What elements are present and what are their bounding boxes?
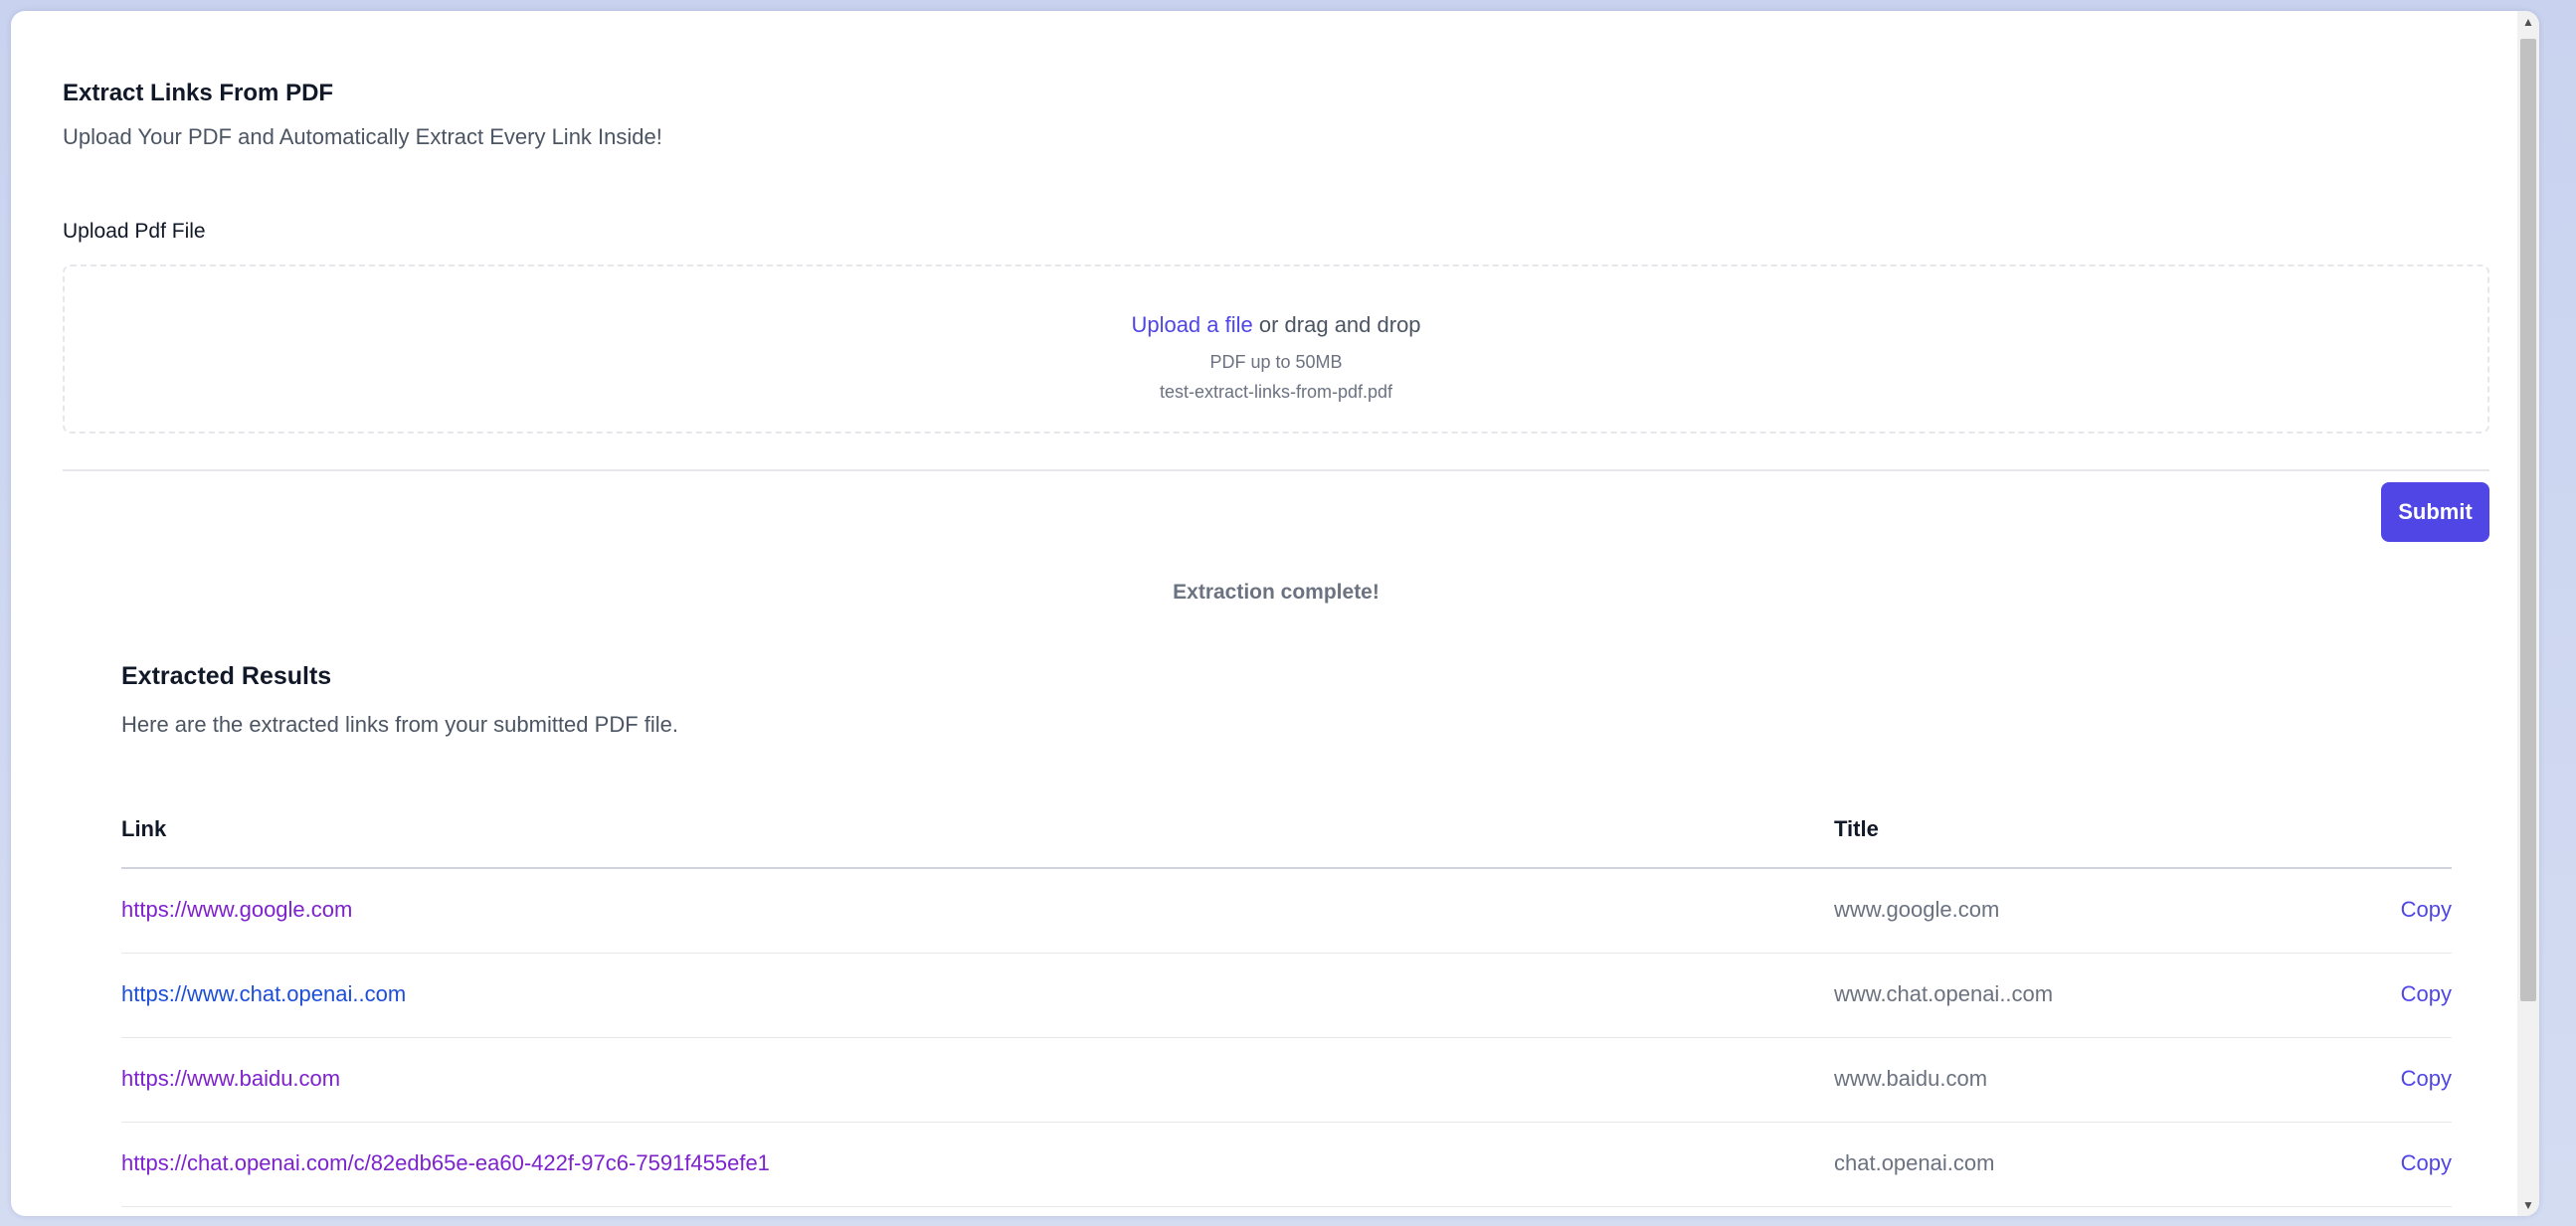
page-subtitle: Upload Your PDF and Automatically Extrac… [63,124,662,149]
submit-button[interactable]: Submit [2381,482,2489,542]
dropzone-prompt: Upload a file or drag and drop [65,312,2487,338]
upload-label: Upload Pdf File [63,220,206,243]
row-link[interactable]: https://www.google.com [121,897,352,923]
row-title: www.google.com [1834,897,2000,922]
scroll-up-arrow-icon[interactable]: ▲ [2517,11,2539,33]
row-link[interactable]: https://chat.openai.com/c/82edb65e-ea60-… [121,1150,770,1176]
table-row: https://chat.openai.com/c/82edb65e-ea60-… [121,1123,2452,1207]
table-header: Link Title [121,813,2452,869]
upload-file-link[interactable]: Upload a file [1131,312,1252,337]
page-title: Extract Links From PDF [63,80,334,106]
file-dropzone[interactable]: Upload a file or drag and drop PDF up to… [63,264,2489,434]
drag-drop-text: or drag and drop [1252,312,1421,337]
table-row: https://www.chat.openai..com www.chat.op… [121,954,2452,1038]
file-size-hint: PDF up to 50MB [1209,352,1343,372]
results-title: Extracted Results [121,662,332,690]
row-title: www.chat.openai..com [1834,981,2054,1006]
results-table: Link Title https://www.google.com www.go… [121,813,2452,1207]
row-link[interactable]: https://www.chat.openai..com [121,981,406,1007]
vertical-scrollbar[interactable]: ▲ ▼ [2517,11,2539,1216]
scrollbar-thumb[interactable] [2520,39,2536,1001]
copy-button[interactable]: Copy [2401,1066,2452,1092]
status-message: Extraction complete! [1173,581,1380,604]
copy-button[interactable]: Copy [2401,897,2452,923]
copy-button[interactable]: Copy [2401,981,2452,1007]
divider [63,469,2489,471]
row-title: www.baidu.com [1834,1066,1988,1091]
table-row: https://www.baidu.com www.baidu.com Copy [121,1038,2452,1123]
main-card: Extract Links From PDF Upload Your PDF a… [11,11,2539,1216]
row-link[interactable]: https://www.baidu.com [121,1066,340,1092]
selected-file-name: test-extract-links-from-pdf.pdf [1159,382,1393,402]
column-header-link: Link [121,816,167,841]
row-title: chat.openai.com [1834,1150,1995,1175]
column-header-title: Title [1834,816,1879,841]
scroll-down-arrow-icon[interactable]: ▼ [2517,1194,2539,1216]
table-row: https://www.google.com www.google.com Co… [121,869,2452,954]
copy-button[interactable]: Copy [2401,1150,2452,1176]
results-description: Here are the extracted links from your s… [121,712,678,737]
